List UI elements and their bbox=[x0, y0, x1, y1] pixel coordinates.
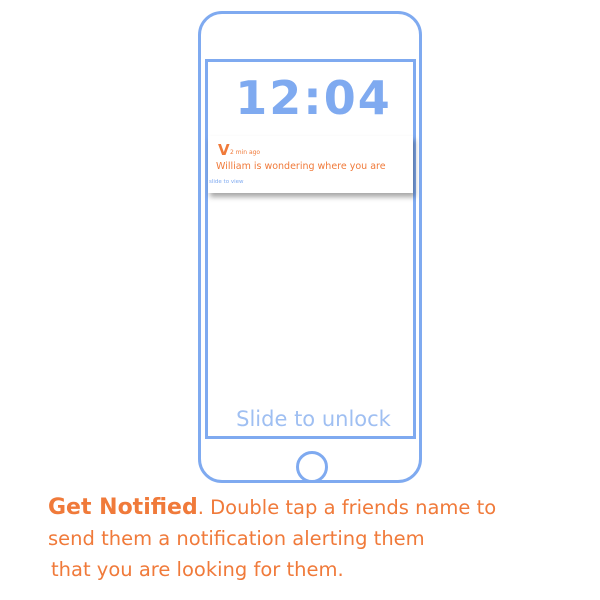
home-button[interactable] bbox=[296, 451, 328, 483]
caption-headline: Get Notified bbox=[48, 495, 198, 520]
lockscreen-clock: 12:04 bbox=[235, 71, 392, 125]
caption-line-1-text: Double tap a friends name to bbox=[203, 496, 497, 519]
notification-time: 2 min ago bbox=[230, 149, 261, 156]
push-notification[interactable]: V 2 min ago William is wondering where y… bbox=[208, 136, 413, 193]
caption-line-1: Get Notified. Double tap a friends name … bbox=[48, 492, 593, 523]
caption: Get Notified. Double tap a friends name … bbox=[48, 492, 593, 585]
notification-message: William is wondering where you are bbox=[216, 161, 386, 172]
caption-line-3: that you are looking for them. bbox=[51, 558, 344, 581]
slide-to-unlock[interactable]: Slide to unlock bbox=[205, 405, 422, 433]
caption-line-2: send them a notification alerting them bbox=[48, 527, 425, 550]
slide-to-view-label[interactable]: slide to view bbox=[209, 178, 243, 186]
v-logo-icon: V bbox=[218, 141, 230, 159]
tutorial-slide: 12:04 V 2 min ago William is wondering w… bbox=[0, 0, 600, 600]
